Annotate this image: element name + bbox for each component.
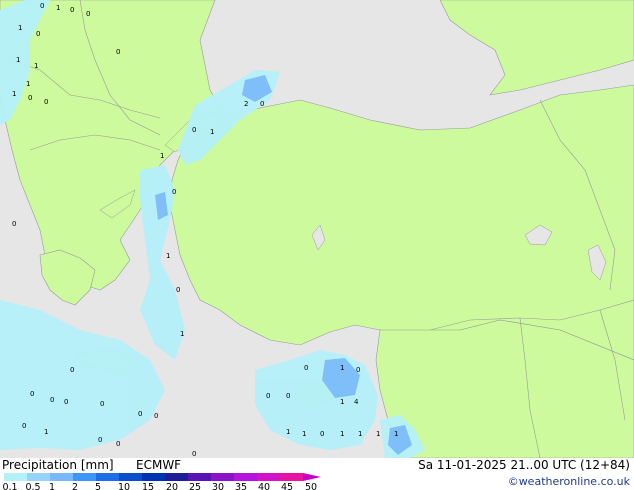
station-value: 1 bbox=[340, 364, 344, 372]
station-value: 0 bbox=[116, 440, 120, 448]
scale-tick-label: 2 bbox=[71, 482, 79, 490]
scale-tick-label: 1 bbox=[48, 482, 56, 490]
station-value: 2 bbox=[244, 100, 248, 108]
station-value: 0 bbox=[154, 412, 158, 420]
scale-swatch bbox=[50, 473, 73, 481]
scale-swatch bbox=[27, 473, 50, 481]
station-value: 0 bbox=[116, 48, 120, 56]
map-viewer: 0 1 0 1 0 1 1 1 0 1 0 0 0 0 2 0 1 1 0 1 … bbox=[0, 0, 634, 490]
credit-link[interactable]: ©weatheronline.co.uk bbox=[508, 475, 630, 488]
station-value: 1 bbox=[302, 430, 306, 438]
station-value: 0 bbox=[356, 366, 360, 374]
station-value: 1 bbox=[286, 428, 290, 436]
scale-tick-label: 0.5 bbox=[25, 482, 41, 490]
station-value: 1 bbox=[166, 252, 170, 260]
station-value: 1 bbox=[18, 24, 22, 32]
scale-swatch bbox=[188, 473, 211, 481]
station-value: 0 bbox=[172, 188, 176, 196]
scale-swatch bbox=[234, 473, 257, 481]
station-value: 0 bbox=[320, 430, 324, 438]
station-value: 0 bbox=[192, 450, 196, 458]
valid-time: Sa 11-01-2025 21..00 UTC (12+84) bbox=[418, 458, 630, 472]
scale-swatch bbox=[96, 473, 119, 481]
station-value: 0 bbox=[260, 100, 264, 108]
scale-swatch bbox=[142, 473, 165, 481]
map-footer: Precipitation [mm] ECMWF Sa 11-01-2025 2… bbox=[0, 458, 634, 490]
station-value: 1 bbox=[56, 4, 60, 12]
scale-tick-label: 35 bbox=[234, 482, 248, 490]
color-scale bbox=[4, 473, 321, 481]
scale-tick-label: 15 bbox=[141, 482, 155, 490]
station-value: 0 bbox=[138, 410, 142, 418]
model-name: ECMWF bbox=[136, 458, 182, 472]
scale-swatch bbox=[211, 473, 234, 481]
scale-swatch bbox=[73, 473, 96, 481]
station-value: 1 bbox=[394, 430, 398, 438]
scale-tick-label: 20 bbox=[165, 482, 179, 490]
scale-tick-label: 5 bbox=[94, 482, 102, 490]
station-value: 4 bbox=[354, 398, 359, 406]
scale-tick-label: 50 bbox=[304, 482, 318, 490]
scale-swatch bbox=[165, 473, 188, 481]
station-value: 0 bbox=[36, 30, 40, 38]
station-value: 1 bbox=[210, 128, 214, 136]
station-value: 0 bbox=[44, 98, 48, 106]
scale-swatch bbox=[119, 473, 142, 481]
station-value: 0 bbox=[70, 366, 74, 374]
station-value: 0 bbox=[304, 364, 308, 372]
station-value: 0 bbox=[192, 126, 196, 134]
station-value: 0 bbox=[70, 6, 74, 14]
station-value: 0 bbox=[176, 286, 180, 294]
map-title: Precipitation [mm] bbox=[2, 458, 114, 472]
station-value: 0 bbox=[286, 392, 290, 400]
scale-tick-label: 10 bbox=[117, 482, 131, 490]
station-value: 1 bbox=[180, 330, 184, 338]
station-value: 1 bbox=[358, 430, 362, 438]
station-value: 1 bbox=[26, 80, 30, 88]
station-value: 0 bbox=[40, 2, 44, 10]
station-value: 0 bbox=[98, 436, 102, 444]
scale-tick-label: 25 bbox=[188, 482, 202, 490]
scale-swatch bbox=[257, 473, 280, 481]
station-value: 1 bbox=[12, 90, 16, 98]
station-value: 0 bbox=[64, 398, 68, 406]
station-value: 0 bbox=[266, 392, 270, 400]
station-value: 1 bbox=[44, 428, 48, 436]
station-value: 1 bbox=[16, 56, 20, 64]
station-value: 0 bbox=[12, 220, 16, 228]
station-value: 1 bbox=[376, 430, 380, 438]
station-value: 1 bbox=[340, 398, 344, 406]
station-value: 0 bbox=[22, 422, 26, 430]
scale-swatch bbox=[280, 473, 303, 481]
scale-tick-label: 45 bbox=[280, 482, 294, 490]
scale-tick-label: 30 bbox=[211, 482, 225, 490]
precipitation-map: 0 1 0 1 0 1 1 1 0 1 0 0 0 0 2 0 1 1 0 1 … bbox=[0, 0, 634, 458]
station-value: 0 bbox=[30, 390, 34, 398]
station-value: 1 bbox=[340, 430, 344, 438]
station-value: 0 bbox=[28, 94, 32, 102]
scale-tick-label: 0.1 bbox=[2, 482, 18, 490]
station-value: 1 bbox=[160, 152, 164, 160]
station-value: 1 bbox=[34, 62, 38, 70]
scale-swatch bbox=[4, 473, 27, 481]
station-value: 0 bbox=[100, 400, 104, 408]
scale-arrow bbox=[303, 473, 321, 481]
station-value: 0 bbox=[86, 10, 90, 18]
scale-tick-label: 40 bbox=[257, 482, 271, 490]
station-value: 0 bbox=[50, 396, 54, 404]
